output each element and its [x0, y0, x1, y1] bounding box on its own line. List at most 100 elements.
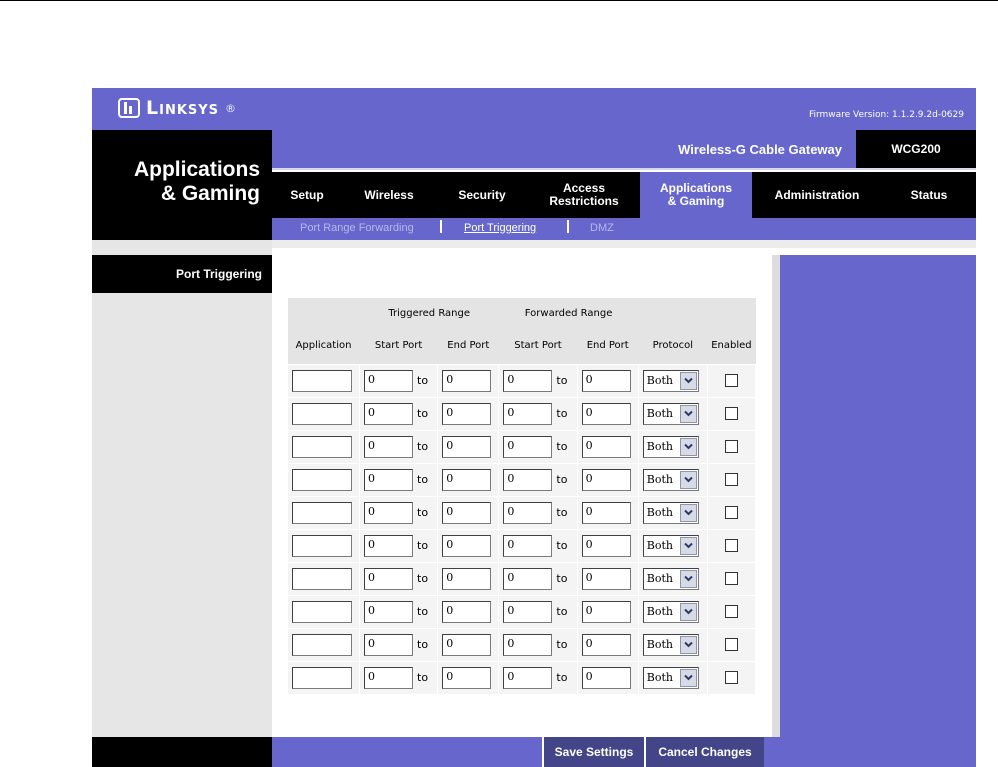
trigger-end-port-input[interactable]: 0	[442, 633, 492, 656]
tab-applications-gaming[interactable]: Applications & Gaming	[640, 172, 752, 218]
forward-end-port-input[interactable]: 0	[581, 600, 631, 623]
forward-end-port-input[interactable]: 0	[581, 567, 631, 590]
forward-start-port-input[interactable]: 0	[503, 534, 553, 557]
tab-status[interactable]: Status	[882, 172, 976, 218]
trigger-end-port-input[interactable]: 0	[442, 369, 492, 392]
protocol-select[interactable]: Both	[642, 435, 699, 458]
enabled-checkbox[interactable]	[724, 407, 738, 420]
subtab-port-range-forwarding[interactable]: Port Range Forwarding	[300, 222, 414, 234]
enabled-checkbox[interactable]	[724, 473, 738, 486]
protocol-select[interactable]: Both	[642, 534, 699, 557]
protocol-value: Both	[646, 506, 673, 519]
application-name-input[interactable]	[292, 534, 352, 557]
enabled-checkbox[interactable]	[724, 572, 738, 585]
forward-start-port-input[interactable]: 0	[503, 633, 553, 656]
application-name-input[interactable]	[292, 402, 352, 425]
trigger-start-port-input[interactable]: 0	[364, 633, 413, 656]
application-name-input[interactable]	[292, 435, 352, 458]
forward-start-port-input[interactable]: 0	[503, 435, 553, 458]
forward-start-port-input[interactable]: 0	[503, 369, 553, 392]
chevron-down-icon[interactable]	[679, 569, 697, 588]
trigger-end-cell: 0	[437, 462, 500, 497]
tab-administration[interactable]: Administration	[752, 172, 882, 218]
protocol-select[interactable]: Both	[642, 369, 699, 392]
chevron-down-icon[interactable]	[679, 470, 697, 489]
trigger-end-port-input[interactable]: 0	[442, 468, 492, 491]
forward-start-port-input[interactable]: 0	[503, 468, 553, 491]
tab-access-restrictions[interactable]: Access Restrictions	[528, 172, 640, 218]
to-label: to	[556, 374, 568, 387]
trigger-end-port-input[interactable]: 0	[442, 534, 492, 557]
trigger-start-port-input[interactable]: 0	[364, 402, 413, 425]
save-settings-button[interactable]: Save Settings	[542, 737, 644, 767]
section-title-block: Applications & Gaming	[92, 130, 272, 240]
forward-end-port-input[interactable]: 0	[581, 534, 631, 557]
enabled-checkbox[interactable]	[724, 506, 738, 519]
enabled-checkbox[interactable]	[724, 374, 738, 387]
tab-wireless[interactable]: Wireless	[342, 172, 436, 218]
forward-end-port-input[interactable]: 0	[581, 501, 631, 524]
trigger-start-port-input[interactable]: 0	[364, 501, 413, 524]
trigger-end-port-input[interactable]: 0	[442, 435, 492, 458]
application-name-input[interactable]	[292, 369, 352, 392]
enabled-cell	[706, 528, 757, 563]
protocol-select[interactable]: Both	[642, 468, 699, 491]
protocol-select[interactable]: Both	[642, 666, 699, 689]
protocol-select[interactable]: Both	[642, 402, 699, 425]
cancel-changes-button[interactable]: Cancel Changes	[644, 737, 764, 767]
chevron-down-icon[interactable]	[679, 635, 697, 654]
linksys-logo: Linksys ®	[118, 97, 237, 119]
forward-start-port-input[interactable]: 0	[503, 666, 553, 689]
forward-start-port-input[interactable]: 0	[503, 501, 553, 524]
trigger-start-port-input[interactable]: 0	[364, 435, 413, 458]
tab-security[interactable]: Security	[436, 172, 528, 218]
forward-end-port-input[interactable]: 0	[581, 435, 631, 458]
enabled-checkbox[interactable]	[724, 605, 738, 618]
trigger-end-port-input[interactable]: 0	[442, 501, 492, 524]
trigger-start-port-input[interactable]: 0	[364, 468, 413, 491]
enabled-checkbox[interactable]	[724, 539, 738, 552]
trigger-end-port-input[interactable]: 0	[442, 402, 492, 425]
trigger-start-port-input[interactable]: 0	[364, 600, 413, 623]
trigger-start-port-input[interactable]: 0	[364, 666, 413, 689]
trigger-start-port-input[interactable]: 0	[364, 534, 413, 557]
application-name-input[interactable]	[292, 468, 352, 491]
col-application: Application	[287, 328, 360, 364]
trigger-end-port-input[interactable]: 0	[442, 666, 492, 689]
application-name-input[interactable]	[292, 501, 352, 524]
chevron-down-icon[interactable]	[679, 437, 697, 456]
chevron-down-icon[interactable]	[679, 668, 697, 687]
protocol-select[interactable]: Both	[642, 501, 699, 524]
protocol-select[interactable]: Both	[642, 633, 699, 656]
forward-start-port-input[interactable]: 0	[503, 600, 553, 623]
enabled-checkbox[interactable]	[724, 671, 738, 684]
application-name-input[interactable]	[292, 666, 352, 689]
chevron-down-icon[interactable]	[679, 404, 697, 423]
protocol-select[interactable]: Both	[642, 567, 699, 590]
application-name-input[interactable]	[292, 633, 352, 656]
tab-setup[interactable]: Setup	[272, 172, 342, 218]
chevron-down-icon[interactable]	[679, 602, 697, 621]
forward-end-port-input[interactable]: 0	[581, 369, 631, 392]
enabled-checkbox[interactable]	[724, 638, 738, 651]
forward-start-cell: 0 to	[498, 396, 578, 431]
chevron-down-icon[interactable]	[679, 536, 697, 555]
chevron-down-icon[interactable]	[679, 371, 697, 390]
forward-end-port-input[interactable]: 0	[581, 666, 631, 689]
application-name-input[interactable]	[292, 567, 352, 590]
application-name-input[interactable]	[292, 600, 352, 623]
trigger-end-port-input[interactable]: 0	[442, 567, 492, 590]
enabled-checkbox[interactable]	[724, 440, 738, 453]
trigger-start-port-input[interactable]: 0	[364, 369, 413, 392]
forward-end-port-input[interactable]: 0	[581, 402, 631, 425]
subtab-dmz[interactable]: DMZ	[590, 222, 614, 234]
trigger-start-port-input[interactable]: 0	[364, 567, 413, 590]
forward-start-port-input[interactable]: 0	[503, 402, 553, 425]
trigger-end-port-input[interactable]: 0	[442, 600, 492, 623]
forward-start-port-input[interactable]: 0	[503, 567, 553, 590]
forward-end-port-input[interactable]: 0	[581, 468, 631, 491]
forward-end-port-input[interactable]: 0	[581, 633, 631, 656]
subtab-port-triggering[interactable]: Port Triggering	[464, 222, 536, 234]
chevron-down-icon[interactable]	[679, 503, 697, 522]
protocol-select[interactable]: Both	[642, 600, 699, 623]
